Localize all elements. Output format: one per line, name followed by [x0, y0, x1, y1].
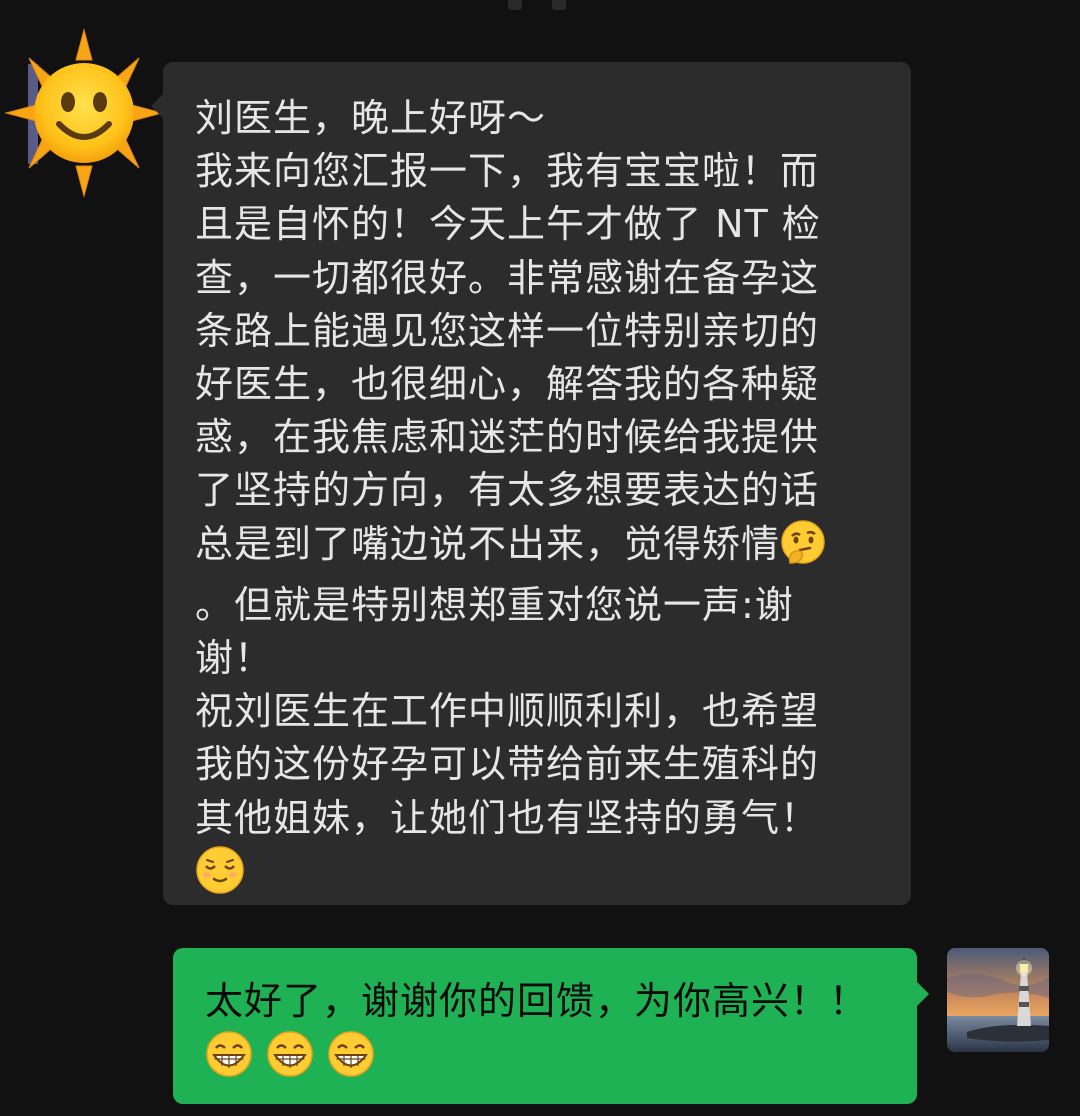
lighthouse-avatar-icon [947, 948, 1049, 1052]
message-line: 且是自怀的！今天上午才做了 NT 检 [195, 202, 821, 247]
message-line: 。但就是特别想郑重对您说一声:谢 [195, 582, 794, 627]
grinning-face-emoji-icon [327, 1030, 375, 1090]
thinking-face-emoji-icon [780, 519, 826, 579]
message-line: 查，一切都很好。非常感谢在备孕这 [195, 255, 820, 300]
my-avatar[interactable] [947, 948, 1049, 1052]
message-line-with-emoji: 总是到了嘴边说不出来，觉得矫情 [195, 518, 885, 579]
sun-avatar-icon [4, 28, 164, 198]
outgoing-message-text: 太好了，谢谢你的回馈，为你高兴！！ [205, 976, 893, 1090]
smiling-face-closed-eyes-icon [195, 845, 245, 909]
message-line: 祝刘医生在工作中顺顺利利，也希望 [195, 689, 820, 734]
message-line: 惑，在我焦虑和迷茫的时候给我提供 [195, 415, 820, 460]
sender-avatar[interactable] [4, 28, 164, 198]
message-line: 总是到了嘴边说不出来，觉得矫情 [195, 521, 781, 566]
message-line: 谢！ [195, 636, 274, 681]
reply-emoji-row [205, 1030, 893, 1090]
trailing-emoji-line [195, 845, 885, 909]
message-line: 了坚持的方向，有太多想要表达的话 [195, 468, 820, 513]
message-line: 其他姐妹，让她们也有坚持的勇气！ [195, 795, 820, 840]
message-line: 我的这份好孕可以带给前来生殖科的 [195, 742, 820, 787]
message-line: 我来向您汇报一下，我有宝宝啦！而 [195, 149, 820, 194]
message-line: 刘医生，晚上好呀～ [195, 96, 547, 140]
reply-line: 太好了，谢谢你的回馈，为你高兴！！ [205, 979, 869, 1023]
message-line: 好医生，也很细心，解答我的各种疑 [195, 362, 820, 407]
incoming-message-text: 刘医生，晚上好呀～ 我来向您汇报一下，我有宝宝啦！而 且是自怀的！今天上午才做了 N… [195, 92, 885, 909]
grinning-face-emoji-icon [266, 1030, 314, 1090]
bubble-tail [151, 94, 163, 118]
incoming-message-bubble[interactable]: 刘医生，晚上好呀～ 我来向您汇报一下，我有宝宝啦！而 且是自怀的！今天上午才做了 N… [151, 62, 911, 905]
bubble-tail [917, 982, 929, 1006]
grinning-face-emoji-icon [205, 1030, 253, 1090]
message-line: 条路上能遇见您这样一位特别亲切的 [195, 308, 820, 353]
outgoing-message-bubble[interactable]: 太好了，谢谢你的回馈，为你高兴！！ [173, 948, 929, 1104]
top-status-indicator [500, 0, 580, 10]
